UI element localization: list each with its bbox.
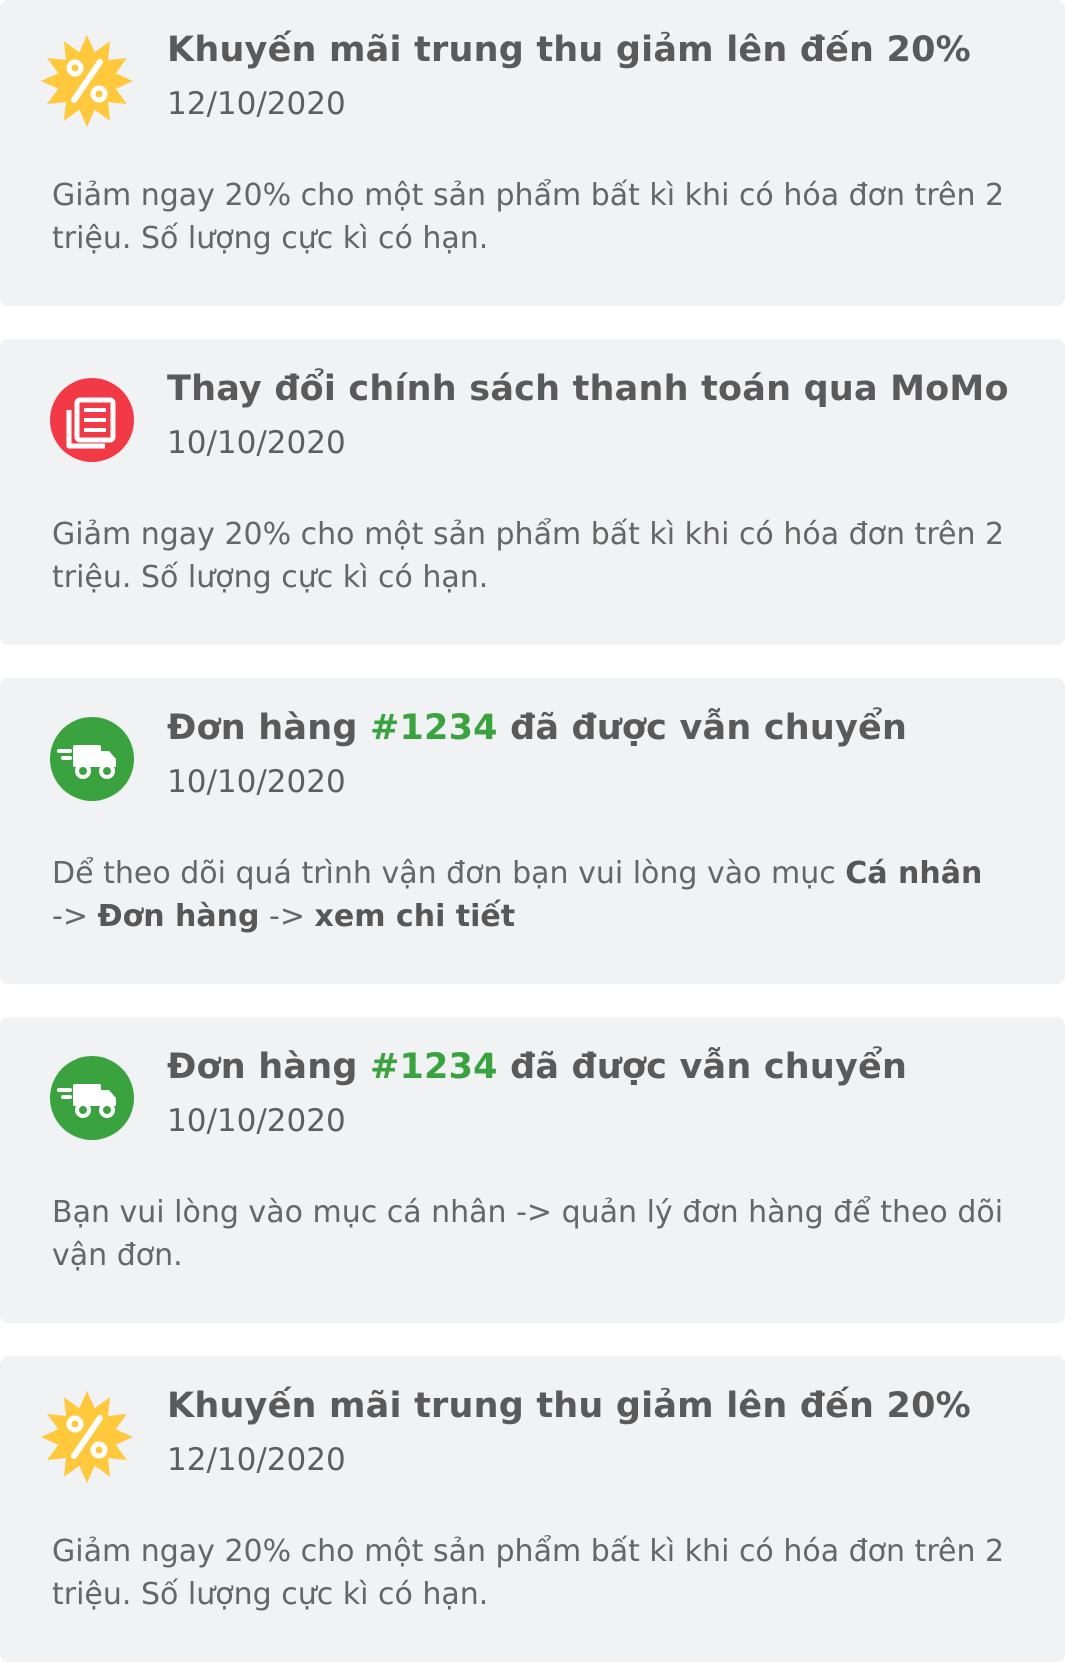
notification-card-promo[interactable]: Khuyến mãi trung thu giảm lên đến 20% 12… — [0, 1356, 1065, 1662]
notification-card-shipping[interactable]: Đơn hàng #1234 đã được vẫn chuyển 10/10/… — [0, 1017, 1065, 1323]
newspaper-icon — [37, 370, 137, 470]
percent-badge-icon — [37, 31, 137, 131]
notification-date: 10/10/2020 — [167, 764, 346, 800]
order-id: #1234 — [369, 708, 498, 748]
path-step-orders: Đơn hàng — [97, 899, 260, 934]
percent-badge-icon — [37, 1387, 137, 1487]
notification-card-promo[interactable]: Khuyến mãi trung thu giảm lên đến 20% 12… — [0, 0, 1065, 306]
notification-card-shipping[interactable]: Đơn hàng #1234 đã được vẫn chuyển 10/10/… — [0, 678, 1065, 984]
notification-body: Giảm ngay 20% cho một sản phẩm bất kì kh… — [52, 178, 1005, 256]
notification-body: Giảm ngay 20% cho một sản phẩm bất kì kh… — [52, 1534, 1005, 1612]
path-step-personal: Cá nhân — [845, 856, 983, 891]
notification-date: 10/10/2020 — [167, 425, 346, 461]
order-id: #1234 — [369, 1047, 498, 1087]
notification-title: Khuyến mãi trung thu giảm lên đến 20% — [167, 30, 971, 70]
notification-card-policy[interactable]: Thay đổi chính sách thanh toán qua MoMo … — [0, 339, 1065, 645]
notification-body: Bạn vui lòng vào mục cá nhân -> quản lý … — [52, 1195, 1004, 1273]
notification-date: 12/10/2020 — [167, 1442, 346, 1478]
title-prefix: Đơn hàng — [167, 1047, 370, 1087]
notification-title: Khuyến mãi trung thu giảm lên đến 20% — [167, 1386, 971, 1426]
notification-body: Dể theo dõi quá trình vận đơn bạn vui lò… — [52, 852, 1032, 938]
title-suffix: đã được vẫn chuyển — [497, 1047, 908, 1087]
title-prefix: Đơn hàng — [167, 708, 370, 748]
path-arrow: -> — [259, 899, 315, 934]
notification-title: Đơn hàng #1234 đã được vẫn chuyển — [167, 708, 907, 748]
body-intro: Dể theo dõi quá trình vận đơn bạn vui lò… — [52, 856, 846, 891]
notification-body: Giảm ngay 20% cho một sản phẩm bất kì kh… — [52, 517, 1005, 595]
notification-date: 12/10/2020 — [167, 86, 346, 122]
path-step-details: xem chi tiết — [314, 899, 516, 934]
notification-date: 10/10/2020 — [167, 1103, 346, 1139]
title-suffix: đã được vẫn chuyển — [497, 708, 908, 748]
notification-title: Thay đổi chính sách thanh toán qua MoMo — [167, 369, 1009, 409]
notification-list: Khuyến mãi trung thu giảm lên đến 20% 12… — [0, 0, 1065, 1662]
delivery-truck-icon — [37, 1048, 137, 1148]
path-arrow: -> — [52, 899, 98, 934]
delivery-truck-icon — [37, 709, 137, 809]
notification-title: Đơn hàng #1234 đã được vẫn chuyển — [167, 1047, 907, 1087]
